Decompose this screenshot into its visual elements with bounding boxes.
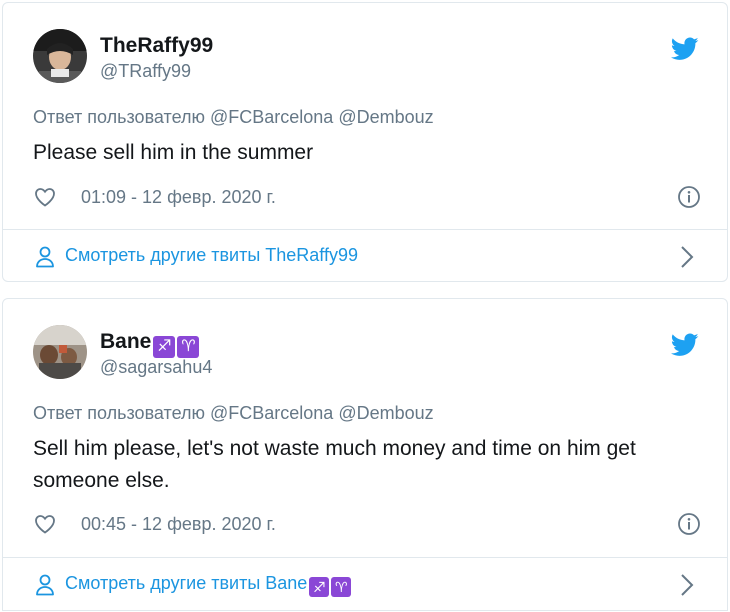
tweet-card: TheRaffy99 @TRaffy99 Ответ пользователю …	[2, 2, 728, 282]
person-icon	[36, 246, 54, 268]
display-name[interactable]: Bane ♐ ♈	[100, 330, 200, 358]
tweet-meta: 01:09 - 12 февр. 2020 г.	[33, 185, 701, 211]
timestamp[interactable]: 01:09 - 12 февр. 2020 г.	[81, 187, 276, 208]
display-name[interactable]: TheRaffy99	[100, 34, 213, 58]
more-tweets-link[interactable]: Смотреть другие твиты Bane ♐ ♈	[65, 573, 352, 597]
info-icon[interactable]	[677, 185, 701, 209]
person-icon	[36, 574, 54, 596]
tweet-text: Sell him please, let's not waste much mo…	[33, 437, 636, 492]
aries-emoji: ♈	[331, 577, 352, 597]
aries-emoji: ♈	[177, 336, 200, 358]
display-name-text: Bane	[100, 330, 152, 353]
reply-context[interactable]: Ответ пользователю @FCBarcelona @Dembouz	[33, 107, 434, 128]
avatar[interactable]	[33, 29, 87, 83]
chevron-right-icon[interactable]	[679, 244, 695, 270]
timestamp[interactable]: 00:45 - 12 февр. 2020 г.	[81, 514, 276, 535]
user-handle[interactable]: @TRaffy99	[100, 61, 191, 82]
user-handle[interactable]: @sagarsahu4	[100, 357, 212, 378]
reply-context[interactable]: Ответ пользователю @FCBarcelona @Dembouz	[33, 403, 434, 424]
tweet-header: Bane ♐ ♈ @sagarsahu4	[33, 325, 707, 381]
more-tweets-label: Смотреть другие твиты TheRaffy99	[65, 245, 358, 265]
more-tweets-link[interactable]: Смотреть другие твиты TheRaffy99	[65, 245, 358, 266]
chevron-right-icon[interactable]	[679, 572, 695, 598]
info-icon[interactable]	[677, 512, 701, 536]
tweet-text: Please sell him in the summer	[33, 141, 314, 164]
tweet-card: Bane ♐ ♈ @sagarsahu4 Ответ пользователю @F…	[2, 298, 728, 611]
sagittarius-emoji: ♐	[153, 336, 176, 358]
more-tweets-row[interactable]: Смотреть другие твиты Bane ♐ ♈	[3, 557, 727, 612]
more-tweets-row[interactable]: Смотреть другие твиты TheRaffy99	[3, 229, 727, 284]
heart-icon[interactable]	[33, 185, 57, 209]
twitter-bird-icon[interactable]	[671, 333, 699, 357]
tweet-header: TheRaffy99 @TRaffy99	[33, 29, 707, 85]
twitter-bird-icon[interactable]	[671, 37, 699, 61]
avatar[interactable]	[33, 325, 87, 379]
more-tweets-label: Смотреть другие твиты Bane	[65, 573, 308, 593]
heart-icon[interactable]	[33, 512, 57, 536]
sagittarius-emoji: ♐	[309, 577, 330, 597]
tweet-meta: 00:45 - 12 февр. 2020 г.	[33, 512, 701, 538]
